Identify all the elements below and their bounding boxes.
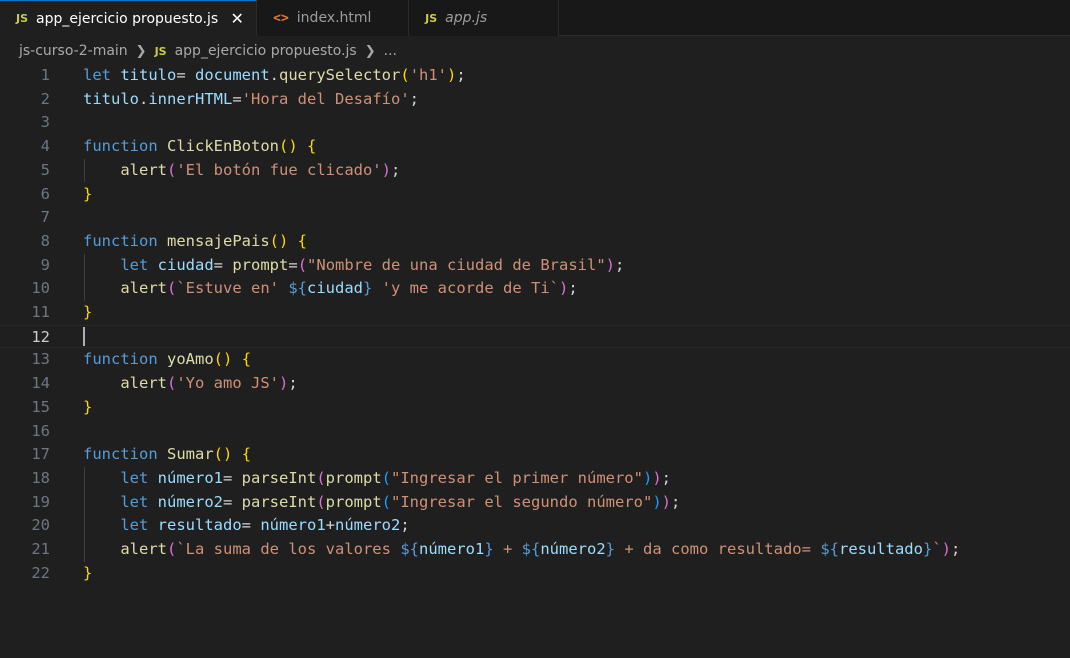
code-text: alert('Yo amo JS');	[120, 374, 298, 393]
line-number: 3	[40, 113, 50, 132]
code-text: }	[83, 184, 93, 203]
code-text: let número1= parseInt(prompt("Ingresar e…	[120, 468, 672, 487]
line-number: 12	[31, 327, 50, 346]
line-number: 16	[31, 421, 50, 440]
line-number: 1	[40, 66, 50, 84]
code-text: function ClickEnBoton() {	[83, 137, 317, 156]
code-line[interactable]: 16	[0, 420, 1070, 444]
code-text: let titulo= document.querySelector('h1')…	[83, 66, 466, 84]
line-number: 17	[31, 445, 50, 464]
tab-app-js[interactable]: JS app.js	[409, 0, 560, 36]
text-cursor	[83, 326, 85, 347]
code-text: function Sumar() {	[83, 445, 252, 464]
indent-guide	[84, 466, 85, 562]
line-number: 21	[31, 540, 50, 558]
javascript-file-icon: JS	[16, 12, 29, 25]
code-line[interactable]: 5 alert('El botón fue clicado');	[0, 159, 1070, 183]
indent-guide	[84, 158, 85, 183]
line-number: 11	[31, 303, 50, 321]
code-line[interactable]: 12	[0, 324, 1070, 349]
code-line[interactable]: 9 let ciudad= prompt=("Nombre de una ciu…	[0, 254, 1070, 278]
javascript-file-icon: JS	[154, 44, 167, 58]
code-line[interactable]: 18 let número1= parseInt(prompt("Ingresa…	[0, 467, 1070, 491]
code-text: alert(`Estuve en' ${ciudad} 'y me acorde…	[120, 279, 578, 298]
code-line[interactable]: 19 let número2= parseInt(prompt("Ingresa…	[0, 491, 1070, 515]
breadcrumb-file[interactable]: app_ejercicio propuesto.js	[175, 43, 357, 59]
line-number: 13	[31, 350, 50, 369]
code-line[interactable]: 11}	[0, 301, 1070, 325]
code-text: }	[83, 397, 93, 416]
code-line[interactable]: 7	[0, 206, 1070, 230]
code-text: alert('El botón fue clicado');	[120, 160, 401, 179]
close-icon[interactable]: ✕	[228, 9, 246, 28]
code-line[interactable]: 17 function Sumar() {	[0, 443, 1070, 467]
code-line[interactable]: 13 function yoAmo() {	[0, 348, 1070, 372]
code-editor[interactable]: 1 let titulo= document.querySelector('h1'…	[0, 64, 1070, 658]
breadcrumb: js-curso-2-main ❯ JS app_ejercicio propu…	[0, 38, 1070, 64]
tab-label: app_ejercicio propuesto.js	[36, 10, 219, 27]
code-line[interactable]: 20 let resultado= número1+número2;	[0, 514, 1070, 538]
line-number: 15	[31, 397, 50, 416]
code-text: }	[83, 303, 93, 321]
code-line[interactable]: 2 titulo.innerHTML='Hora del Desafío';	[0, 88, 1070, 112]
line-number: 5	[40, 160, 50, 179]
code-line[interactable]: 1 let titulo= document.querySelector('h1'…	[0, 64, 1070, 88]
line-number: 18	[31, 468, 50, 487]
javascript-file-icon: JS	[425, 11, 438, 25]
breadcrumb-folder[interactable]: js-curso-2-main	[19, 43, 128, 59]
code-text: function mensajePais() {	[83, 231, 308, 250]
code-line[interactable]: 15}	[0, 396, 1070, 420]
code-line[interactable]: 14 alert('Yo amo JS');	[0, 372, 1070, 396]
code-text: titulo.innerHTML='Hora del Desafío';	[83, 89, 420, 108]
code-line[interactable]: 10 alert(`Estuve en' ${ciudad} 'y me aco…	[0, 277, 1070, 301]
code-text: let resultado= número1+número2;	[120, 516, 410, 535]
code-text: }	[83, 563, 93, 582]
chevron-right-icon: ❯	[364, 43, 376, 59]
line-number: 4	[40, 137, 50, 156]
tab-app-ejercicio-propuesto[interactable]: JS app_ejercicio propuesto.js ✕	[0, 0, 258, 36]
code-text: let ciudad= prompt=("Nombre de una ciuda…	[120, 255, 625, 274]
html-file-icon: <>	[273, 10, 289, 26]
line-number: 10	[31, 279, 50, 298]
chevron-right-icon: ❯	[135, 43, 147, 59]
line-number: 19	[31, 492, 50, 511]
line-number: 8	[40, 231, 50, 250]
code-line[interactable]: 8 function mensajePais() {	[0, 230, 1070, 254]
tab-index-html[interactable]: <> index.html	[257, 0, 410, 36]
code-line[interactable]: 6}	[0, 183, 1070, 207]
code-text: let número2= parseInt(prompt("Ingresar e…	[120, 492, 681, 511]
code-text: alert(`La suma de los valores ${número1}…	[120, 540, 961, 558]
tab-bar: JS app_ejercicio propuesto.js ✕ <> index…	[0, 0, 1070, 36]
code-line[interactable]: 4 function ClickEnBoton() {	[0, 135, 1070, 159]
code-text: function yoAmo() {	[83, 350, 252, 369]
line-number: 2	[40, 89, 50, 108]
line-number: 20	[31, 516, 50, 535]
indent-guide	[84, 253, 85, 301]
breadcrumb-more[interactable]: ...	[384, 43, 397, 59]
line-number: 22	[31, 563, 50, 582]
code-line[interactable]: 3	[0, 111, 1070, 135]
tab-label: app.js	[445, 10, 488, 26]
tab-label: index.html	[296, 10, 372, 26]
code-line[interactable]: 21 alert(`La suma de los valores ${númer…	[0, 538, 1070, 562]
line-number: 14	[31, 374, 50, 393]
line-number: 7	[40, 208, 50, 227]
line-number: 9	[40, 255, 50, 274]
line-number: 6	[40, 184, 50, 203]
code-line[interactable]: 22}	[0, 562, 1070, 586]
